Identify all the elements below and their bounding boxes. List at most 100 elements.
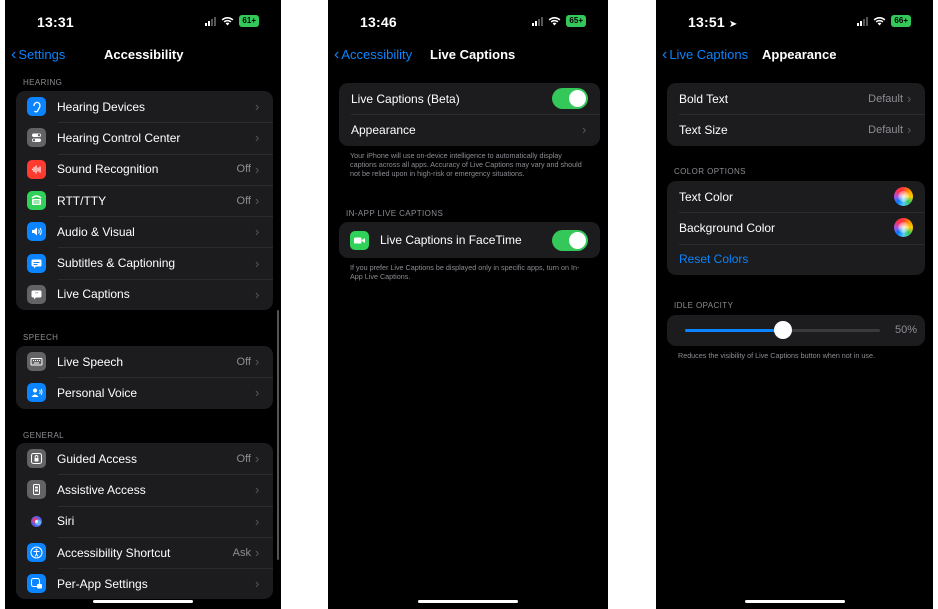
- location-arrow-icon: ➤: [728, 19, 738, 30]
- battery-indicator: 65+: [566, 15, 586, 27]
- back-label: Live Captions: [669, 47, 749, 62]
- settings-row-accessibility-shortcut[interactable]: Accessibility Shortcut Ask ›: [16, 536, 273, 568]
- text-color-row[interactable]: Text Color: [667, 181, 925, 212]
- app-settings-icon: [27, 574, 46, 594]
- settings-row-guided-access[interactable]: Guided Access Off ›: [16, 443, 273, 474]
- home-indicator[interactable]: [93, 600, 193, 603]
- idle-opacity-slider[interactable]: [685, 321, 880, 339]
- settings-row-label: Audio & Visual: [57, 224, 135, 239]
- settings-row-assistive-access[interactable]: Assistive Access ›: [16, 474, 273, 505]
- page-title: Live Captions: [430, 47, 516, 62]
- chevron-right-icon: ›: [255, 286, 260, 302]
- back-button[interactable]: ‹ Settings: [11, 46, 66, 63]
- chevron-right-icon: ›: [255, 545, 260, 561]
- bold-text-row[interactable]: Bold Text Default ›: [667, 83, 925, 114]
- back-label: Settings: [18, 47, 66, 62]
- background-color-row[interactable]: Background Color: [667, 212, 925, 243]
- settings-row-label: Personal Voice: [57, 385, 138, 400]
- section-header-idle-opacity: IDLE OPACITY: [674, 301, 734, 310]
- color-wheel-icon[interactable]: [894, 218, 913, 238]
- siri-icon: [27, 511, 46, 531]
- live-captions-toggle[interactable]: [552, 88, 588, 110]
- facetime-live-captions-toggle[interactable]: [552, 229, 588, 251]
- speech-group: Live Speech Off › Personal Voice ›: [16, 346, 273, 409]
- live-captions-toggle-label: Live Captions (Beta): [351, 91, 460, 106]
- color-options-group: Text Color Background Color Reset Colors: [667, 181, 925, 275]
- settings-row-subtitles-captioning[interactable]: Subtitles & Captioning ›: [16, 247, 273, 278]
- settings-row-label: Live Speech: [57, 354, 124, 369]
- chevron-right-icon: ›: [255, 255, 260, 271]
- tty-icon: [27, 191, 46, 211]
- live-captions-screen: 13:46 65+ ‹ Accessibility Live Captions L…: [328, 0, 608, 609]
- page-title: Appearance: [762, 47, 837, 62]
- reset-colors-row[interactable]: Reset Colors: [667, 243, 925, 275]
- chevron-right-icon: ›: [255, 99, 260, 115]
- settings-row-live-captions[interactable]: ” Live Captions ›: [16, 278, 273, 310]
- scroll-indicator[interactable]: [277, 310, 279, 560]
- text-style-group: Bold Text Default › Text Size Default ›: [667, 83, 925, 146]
- color-wheel-icon[interactable]: [894, 187, 913, 207]
- settings-row-hearing-control-center[interactable]: Hearing Control Center ›: [16, 122, 273, 153]
- settings-row-sound-recognition[interactable]: Sound Recognition Off ›: [16, 153, 273, 185]
- text-size-row[interactable]: Text Size Default ›: [667, 114, 925, 145]
- speaker-eye-icon: [27, 222, 46, 242]
- back-button[interactable]: ‹ Accessibility: [334, 47, 413, 63]
- bold-text-value: Default: [868, 92, 903, 105]
- status-bar: 13:51 ➤ 66+: [656, 0, 933, 40]
- settings-row-label: Subtitles & Captioning: [57, 256, 176, 271]
- appearance-row[interactable]: Appearance ›: [339, 114, 600, 145]
- settings-row-label: Guided Access: [57, 451, 138, 466]
- in-app-group: Live Captions in FaceTime: [339, 222, 600, 258]
- home-indicator[interactable]: [418, 600, 518, 603]
- cellular-signal-icon: [205, 16, 217, 26]
- settings-row-live-speech[interactable]: Live Speech Off ›: [16, 346, 273, 377]
- live-captions-group: Live Captions (Beta) Appearance ›: [339, 83, 600, 146]
- chevron-right-icon: ›: [255, 513, 260, 529]
- nav-bar: ‹ Live Captions Appearance: [656, 44, 933, 66]
- live-captions-toggle-row[interactable]: Live Captions (Beta): [339, 83, 600, 114]
- idle-opacity-value: 50%: [894, 324, 917, 336]
- quote-bubble-icon: ”: [27, 284, 46, 304]
- back-label: Accessibility: [341, 47, 413, 62]
- chevron-left-icon: ‹: [662, 46, 668, 63]
- chevron-right-icon: ›: [255, 193, 260, 209]
- background-color-label: Background Color: [679, 220, 776, 235]
- status-icons: 61+: [205, 15, 259, 27]
- idle-opacity-footnote: Reduces the visibility of Live Captions …: [678, 351, 875, 360]
- chevron-right-icon: ›: [255, 224, 260, 240]
- cellular-signal-icon: [857, 16, 869, 26]
- accessibility-icon: [27, 543, 46, 563]
- general-group: Guided Access Off › Assistive Access › Siri › A…: [16, 443, 273, 600]
- back-button[interactable]: ‹ Live Captions: [662, 46, 749, 63]
- settings-row-hearing-devices[interactable]: Hearing Devices ›: [16, 91, 273, 122]
- status-time: 13:46: [360, 14, 397, 30]
- appearance-label: Appearance: [351, 122, 416, 137]
- settings-row-label: Assistive Access: [57, 482, 146, 497]
- lock-frame-icon: [27, 449, 46, 469]
- status-bar: 13:31 61+: [5, 0, 281, 40]
- status-bar: 13:46 65+: [328, 0, 608, 40]
- settings-row-per-app-settings[interactable]: Per-App Settings ›: [16, 568, 273, 599]
- chevron-left-icon: ‹: [11, 46, 17, 63]
- settings-row-personal-voice[interactable]: Personal Voice ›: [16, 377, 273, 408]
- section-header-in-app-live-captions: IN-APP LIVE CAPTIONS: [346, 209, 444, 218]
- chevron-right-icon: ›: [255, 576, 260, 592]
- settings-row-audio-visual[interactable]: Audio & Visual ›: [16, 216, 273, 247]
- settings-row-siri[interactable]: Siri ›: [16, 505, 273, 537]
- slider-thumb[interactable]: [773, 321, 792, 339]
- settings-row-label: Hearing Control Center: [57, 130, 181, 145]
- reset-colors-button[interactable]: Reset Colors: [679, 252, 925, 266]
- status-icons: 66+: [857, 15, 911, 27]
- wifi-icon: [222, 17, 234, 26]
- settings-row-label: Accessibility Shortcut: [57, 545, 171, 560]
- toggle-switches-icon: [27, 128, 46, 148]
- chevron-right-icon: ›: [907, 122, 912, 138]
- status-icons: 65+: [532, 15, 586, 27]
- text-color-label: Text Color: [679, 189, 734, 204]
- accessibility-screen: 13:31 61+ ‹ Settings Accessibility HEARIN…: [5, 0, 281, 609]
- facetime-toggle-row[interactable]: Live Captions in FaceTime: [339, 222, 600, 258]
- settings-row-rtt-tty[interactable]: RTT/TTY Off ›: [16, 184, 273, 216]
- settings-row-value: Off: [236, 452, 251, 465]
- nav-bar: ‹ Accessibility Live Captions: [328, 44, 608, 66]
- home-indicator[interactable]: [744, 600, 845, 603]
